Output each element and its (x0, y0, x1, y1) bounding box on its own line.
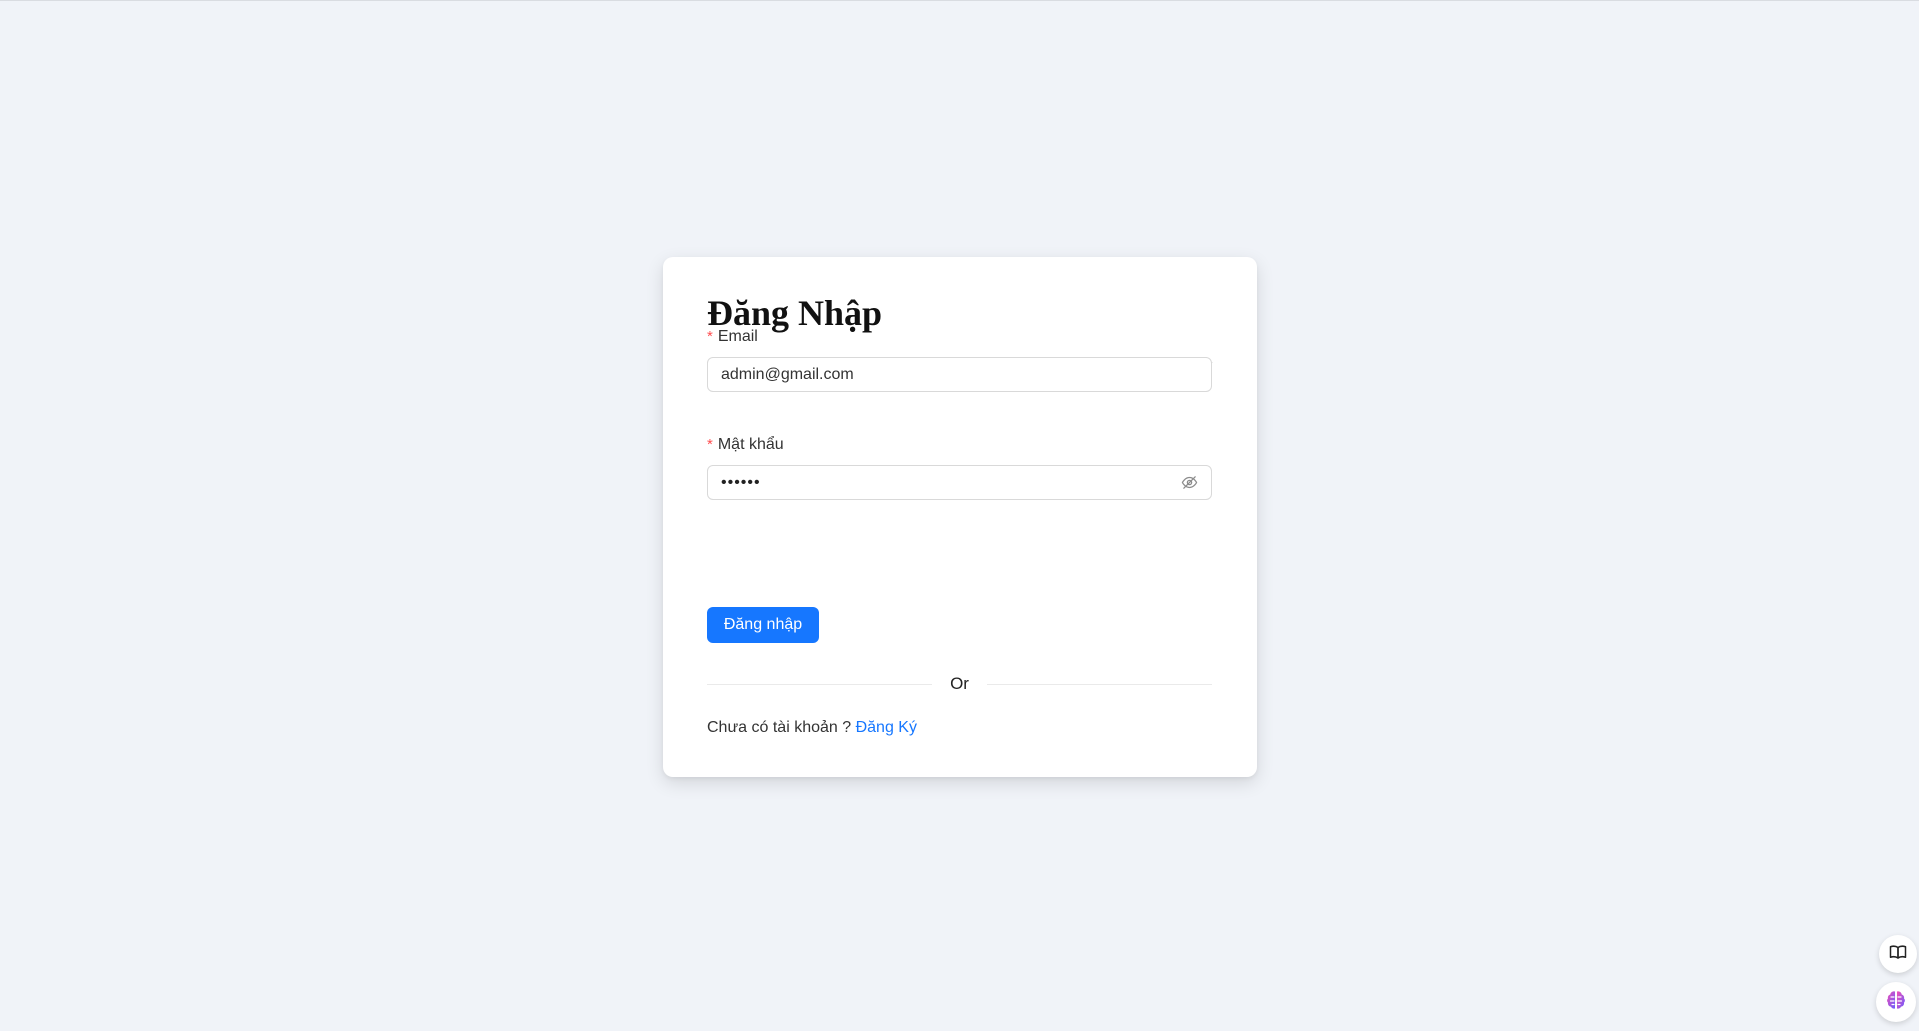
login-button[interactable]: Đăng nhập (707, 607, 819, 643)
email-input[interactable] (721, 365, 1198, 384)
required-mark: * (707, 328, 713, 345)
top-border (0, 0, 1919, 1)
or-line-right (986, 683, 1213, 685)
email-field[interactable] (707, 357, 1212, 392)
login-card: Đăng Nhập *Email *Mật khẩu •••••• Đăng n… (663, 257, 1257, 777)
password-field[interactable]: •••••• (707, 465, 1212, 500)
email-label: * Email (707, 328, 758, 346)
email-label-text: Email (717, 328, 758, 345)
password-input[interactable]: •••••• (721, 474, 1180, 492)
signup-link[interactable]: Đăng Ký (856, 719, 917, 736)
or-line-left (707, 683, 933, 685)
book-icon (1889, 943, 1907, 966)
brain-icon (1884, 988, 1908, 1017)
eye-invisible-icon[interactable] (1180, 474, 1198, 492)
book-button[interactable] (1879, 935, 1917, 973)
signup-row: Chưa có tài khoản ? Đăng Ký (707, 719, 917, 737)
password-label-text: Mật khẩu (717, 436, 784, 453)
or-divider: Or (707, 673, 1213, 695)
or-text: Or (950, 674, 969, 693)
password-label: * Mật khẩu (707, 436, 784, 454)
signup-prompt: Chưa có tài khoản ? (707, 719, 852, 736)
ai-assistant-button[interactable] (1876, 982, 1916, 1022)
required-mark: * (707, 436, 713, 453)
